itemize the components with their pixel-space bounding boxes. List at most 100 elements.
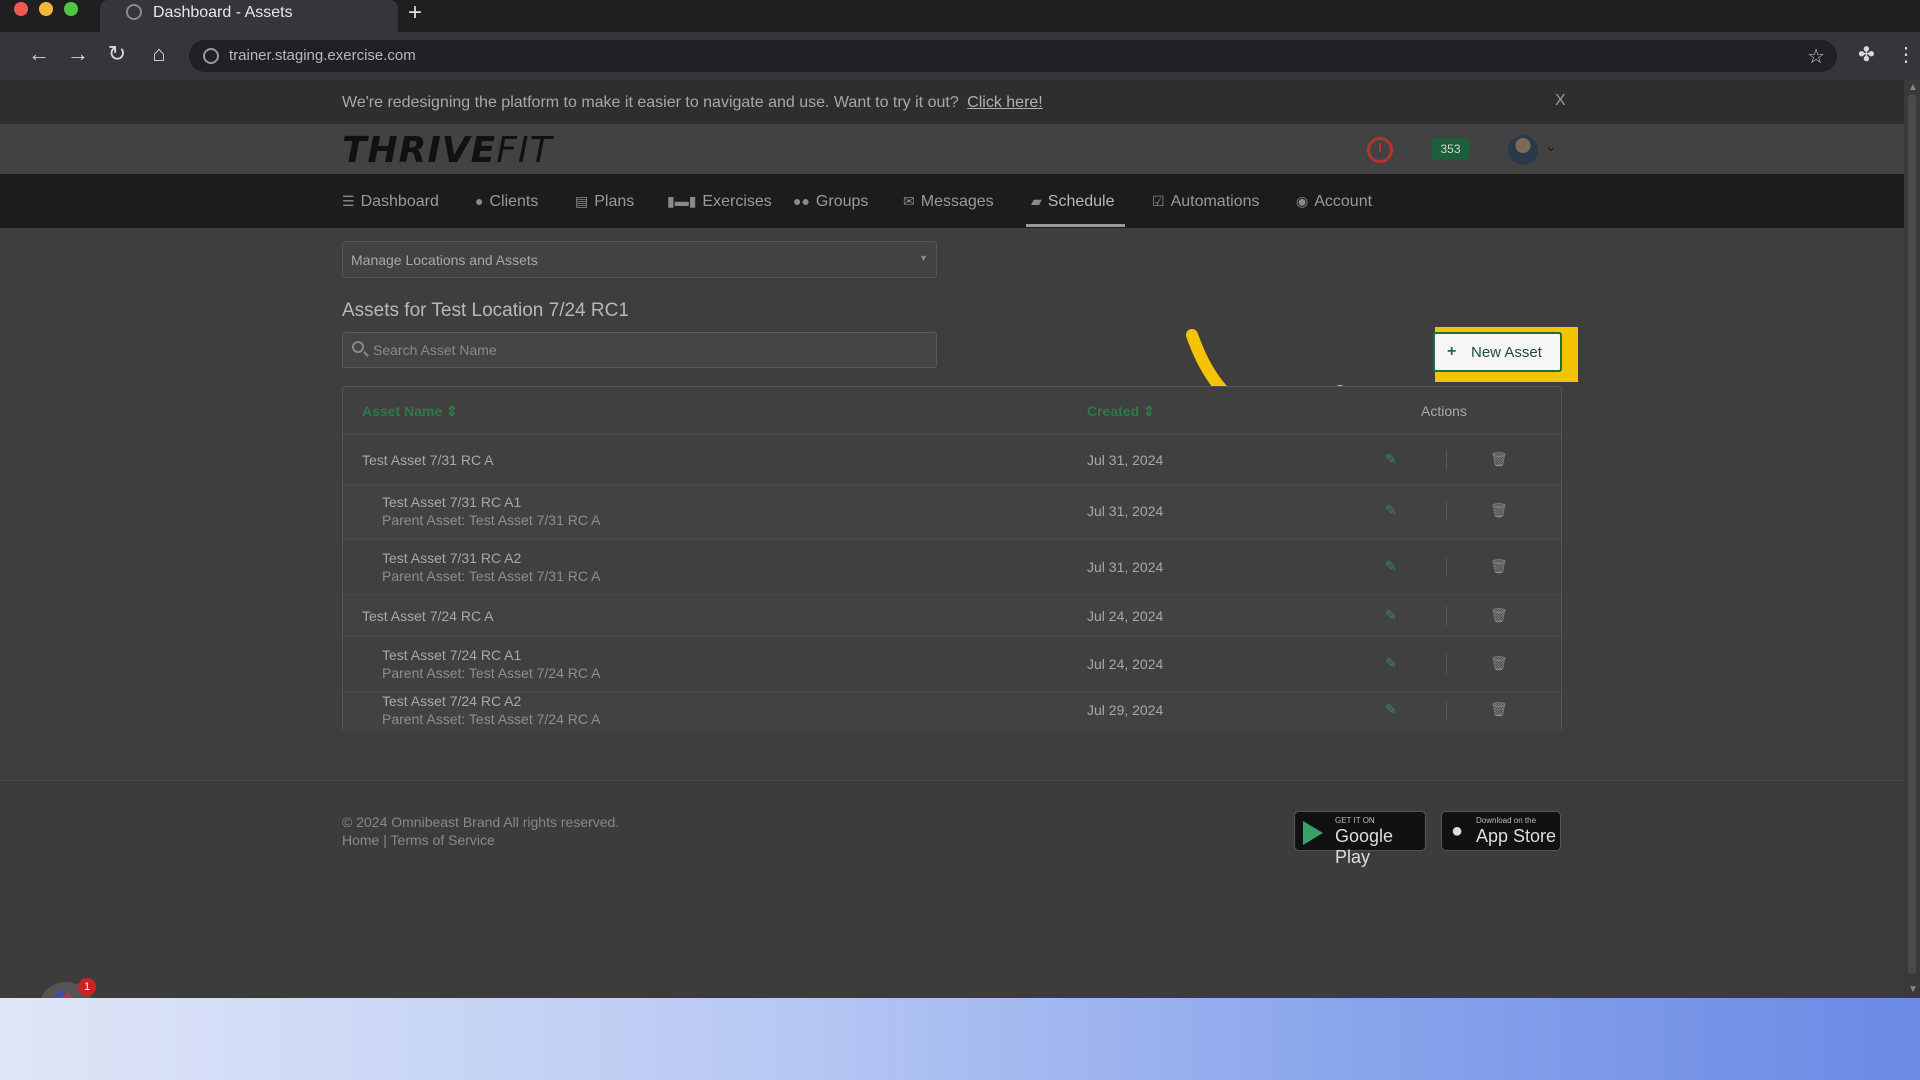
parent-asset: Parent Asset: Test Asset 7/24 RC A: [382, 711, 601, 727]
scrollbar-thumb[interactable]: [1908, 94, 1916, 974]
pencil-icon[interactable]: ✎: [1385, 558, 1397, 575]
trash-icon[interactable]: 🗑: [1490, 701, 1508, 718]
search-input[interactable]: [373, 333, 933, 367]
browser-toolbar: ← → ↻ ⌂ trainer.staging.exercise.com ☆ ✤…: [0, 32, 1920, 80]
plus-icon: +: [1447, 343, 1457, 360]
parent-asset: Parent Asset: Test Asset 7/24 RC A: [382, 665, 601, 681]
scroll-up-icon[interactable]: ▲: [1908, 82, 1918, 93]
nav-automations[interactable]: ☑ Automations: [1152, 193, 1260, 211]
logo-bold: THRIVE: [342, 130, 497, 171]
created-date: Jul 31, 2024: [1087, 559, 1164, 575]
pencil-icon[interactable]: ✎: [1385, 701, 1397, 718]
table-row: Test Asset 7/31 RC A1 Parent Asset: Test…: [343, 484, 1561, 539]
extensions-icon[interactable]: ✤: [1858, 42, 1875, 67]
redesign-banner: We're redesigning the platform to make i…: [0, 80, 1904, 124]
google-play-badge[interactable]: GET IT ON Google Play: [1294, 811, 1426, 867]
clipboard-icon: ▤: [575, 193, 589, 209]
bookmark-star-icon[interactable]: ☆: [1807, 44, 1825, 69]
scroll-down-icon[interactable]: ▼: [1908, 984, 1918, 995]
created-date: Jul 31, 2024: [1087, 503, 1164, 519]
trash-icon[interactable]: 🗑: [1490, 502, 1508, 519]
page: We're redesigning the platform to make i…: [0, 80, 1904, 998]
close-window-button[interactable]: [14, 2, 28, 16]
assets-table: Asset Name ⇕ Created ⇕ Actions Test Asse…: [342, 386, 1562, 731]
pencil-icon[interactable]: ✎: [1385, 655, 1397, 672]
new-asset-label: New Asset: [1471, 344, 1542, 361]
column-header-name[interactable]: Asset Name ⇕: [362, 403, 458, 420]
footer-terms-link[interactable]: Terms of Service: [391, 832, 495, 848]
created-date: Jul 29, 2024: [1087, 702, 1164, 718]
check-square-icon: ☑: [1152, 193, 1165, 209]
sort-icon: ⇕: [1143, 403, 1155, 419]
back-arrow-icon[interactable]: ←: [26, 42, 52, 66]
nav-clients[interactable]: ● Clients: [475, 193, 538, 211]
created-date: Jul 24, 2024: [1087, 608, 1164, 624]
pencil-icon[interactable]: ✎: [1385, 502, 1397, 519]
tab-title: Dashboard - Assets: [153, 4, 293, 21]
app-store-badge[interactable]: ● Download on the App Store: [1441, 811, 1561, 851]
avatar[interactable]: [1508, 135, 1538, 165]
list-icon: ☰: [342, 193, 355, 209]
banner-message: We're redesigning the platform to make i…: [342, 94, 959, 111]
footer-links: Home | Terms of Service: [342, 832, 495, 848]
browser-tab[interactable]: Dashboard - Assets: [100, 0, 398, 32]
chevron-down-icon[interactable]: ⌄: [1545, 138, 1557, 155]
banner-close-button[interactable]: X: [1555, 92, 1566, 110]
browser-tab-bar: Dashboard - Assets +: [0, 0, 1920, 32]
new-tab-button[interactable]: +: [408, 0, 422, 26]
column-header-created[interactable]: Created ⇕: [1087, 403, 1155, 420]
minimize-window-button[interactable]: [39, 2, 53, 16]
banner-link[interactable]: Click here!: [967, 94, 1043, 111]
nav-plans[interactable]: ▤ Plans: [575, 193, 634, 211]
maximize-window-button[interactable]: [64, 2, 78, 16]
asset-name: Test Asset 7/24 RC A1: [382, 647, 522, 663]
nav-exercises[interactable]: ▮▬▮ Exercises: [667, 193, 772, 211]
table-row: Test Asset 7/31 RC A2 Parent Asset: Test…: [343, 539, 1561, 594]
copyright: © 2024 Omnibeast Brand All rights reserv…: [342, 814, 620, 830]
count-badge[interactable]: 353: [1432, 138, 1469, 160]
search-icon: [352, 341, 364, 353]
footer-home-link[interactable]: Home: [342, 832, 379, 848]
created-date: Jul 31, 2024: [1087, 452, 1164, 468]
nav-messages[interactable]: ✉ Messages: [903, 193, 994, 211]
reload-icon[interactable]: ↻: [104, 42, 130, 66]
new-asset-button[interactable]: + New Asset: [1433, 332, 1562, 372]
asset-name: Test Asset 7/24 RC A2: [382, 693, 522, 709]
user-icon: ●: [475, 193, 484, 209]
page-title: Assets for Test Location 7/24 RC1: [342, 300, 629, 321]
desktop-background: [0, 998, 1920, 1080]
pencil-icon[interactable]: ✎: [1385, 451, 1397, 468]
forward-arrow-icon[interactable]: →: [65, 42, 91, 66]
trash-icon[interactable]: 🗑: [1490, 607, 1508, 624]
site-info-icon[interactable]: [203, 48, 219, 64]
parent-asset: Parent Asset: Test Asset 7/31 RC A: [382, 512, 601, 528]
trash-icon[interactable]: 🗑: [1490, 558, 1508, 575]
pencil-icon[interactable]: ✎: [1385, 607, 1397, 624]
main-nav: ☰ Dashboard ● Clients ▤ Plans ▮▬▮ Exercises …: [0, 174, 1904, 228]
trash-icon[interactable]: 🗑: [1490, 655, 1508, 672]
home-icon[interactable]: ⌂: [146, 42, 172, 66]
more-menu-icon[interactable]: ⋮: [1896, 42, 1916, 67]
trash-icon[interactable]: 🗑: [1490, 451, 1508, 468]
asset-name: Test Asset 7/31 RC A1: [382, 494, 522, 510]
nav-account[interactable]: ◉ Account: [1296, 193, 1372, 211]
active-tab-indicator: [1026, 224, 1125, 227]
created-date: Jul 24, 2024: [1087, 656, 1164, 672]
nav-dashboard[interactable]: ☰ Dashboard: [342, 193, 439, 211]
nav-groups[interactable]: ●● Groups: [793, 193, 868, 211]
address-bar[interactable]: trainer.staging.exercise.com ☆: [189, 40, 1837, 72]
notification-badge: 1: [78, 978, 96, 996]
page-scrollbar[interactable]: ▲ ▼: [1904, 80, 1920, 998]
apple-icon: ●: [1451, 820, 1464, 842]
globe-icon: [126, 4, 142, 20]
parent-asset: Parent Asset: Test Asset 7/31 RC A: [382, 568, 601, 584]
table-row: Test Asset 7/24 RC A Jul 24, 2024 ✎ 🗑: [343, 594, 1561, 636]
asset-name: Test Asset 7/24 RC A: [362, 608, 494, 624]
manage-locations-select[interactable]: Manage Locations and Assets ▼: [342, 241, 937, 278]
sort-icon: ⇕: [446, 403, 458, 419]
column-header-actions: Actions: [1421, 403, 1467, 419]
nav-schedule[interactable]: ▰ Schedule: [1031, 193, 1115, 211]
envelope-icon: ✉: [903, 193, 915, 209]
logo[interactable]: THRIVEFIT: [342, 130, 553, 171]
clock-icon[interactable]: [1367, 137, 1393, 163]
